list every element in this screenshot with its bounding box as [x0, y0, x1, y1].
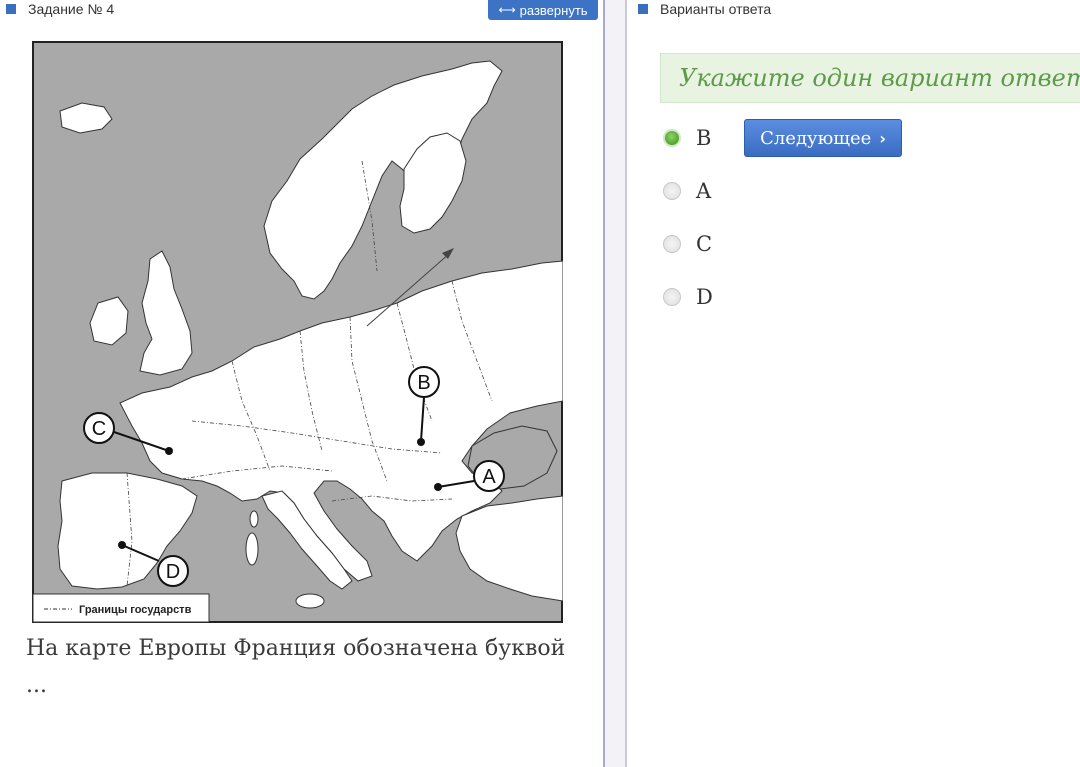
legend-text: Границы государств — [79, 604, 192, 616]
option-label: D — [696, 285, 713, 309]
map-legend: Границы государств — [32, 593, 210, 623]
answer-panel: Варианты ответа Укажите один вариант отв… — [628, 0, 1080, 767]
europe-map: B C A D Границы государств — [32, 41, 563, 623]
task-title: Задание № 4 — [28, 1, 115, 17]
task-panel: Задание № 4 ⟷ развернуть B C A D Границы… — [0, 0, 603, 767]
option-c[interactable]: C — [660, 229, 712, 259]
answer-header: Варианты ответа — [638, 0, 771, 18]
task-square-icon — [6, 4, 16, 14]
radio-selected-icon[interactable] — [663, 129, 681, 147]
answer-title: Варианты ответа — [660, 1, 772, 17]
radio-icon[interactable] — [663, 288, 681, 306]
marker-a-label: A — [482, 466, 496, 488]
panel-divider[interactable] — [603, 0, 627, 767]
option-label: C — [696, 232, 713, 256]
expand-arrows-icon: ⟷ — [498, 3, 516, 17]
map-land-sardinia — [245, 532, 259, 566]
marker-d-label: D — [166, 561, 180, 583]
option-label: A — [696, 179, 712, 203]
marker-c-label: C — [92, 418, 106, 440]
map-land-corsica — [249, 510, 259, 528]
option-a[interactable]: A — [660, 176, 711, 206]
radio-icon[interactable] — [663, 182, 681, 200]
answer-square-icon — [638, 4, 648, 14]
question-text: На карте Европы Франция обозначена букво… — [26, 636, 566, 698]
next-label: Следующее — [760, 127, 872, 149]
marker-b-label: B — [417, 372, 430, 394]
expand-label: развернуть — [519, 2, 588, 18]
next-button[interactable]: Следующее › — [744, 119, 902, 157]
hint-text: Укажите один вариант ответа — [679, 64, 1080, 92]
option-b[interactable]: B — [660, 123, 711, 153]
map-land-sicily — [295, 593, 325, 609]
task-header: Задание № 4 — [6, 0, 114, 18]
chevron-right-icon: › — [879, 128, 886, 148]
hint-box: Укажите один вариант ответа — [660, 53, 1080, 103]
option-label: B — [696, 126, 712, 150]
expand-button[interactable]: ⟷ развернуть — [488, 0, 598, 20]
radio-icon[interactable] — [663, 235, 681, 253]
option-d[interactable]: D — [660, 282, 713, 312]
